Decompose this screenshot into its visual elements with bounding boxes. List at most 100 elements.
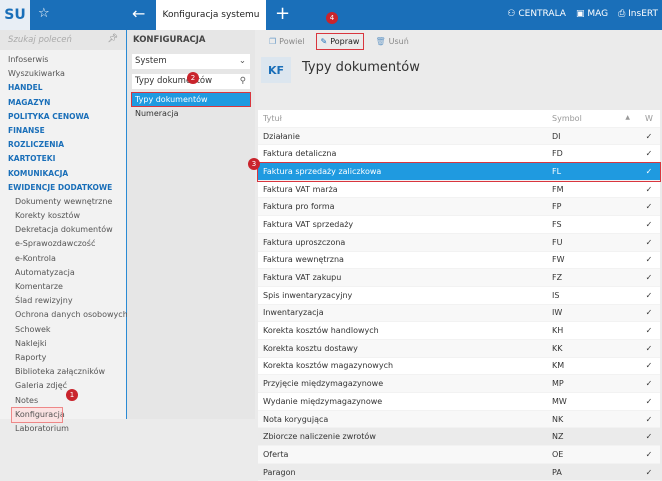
row-title: Faktura pro forma — [263, 202, 335, 212]
table-row[interactable]: Faktura detaliczna FD ✓ — [258, 145, 660, 164]
config-item-typy-dokumentow[interactable]: Typy dokumentów — [131, 92, 251, 107]
row-symbol: FL — [552, 166, 562, 176]
row-title: Faktura VAT sprzedaży — [263, 219, 354, 229]
sidebar-item[interactable]: ROZLICZENIA — [0, 138, 126, 152]
brush-icon: ✎ — [320, 36, 328, 46]
sidebar-item[interactable]: EWIDENCJE DODATKOWE — [0, 181, 126, 195]
table-header: Tytuł Symbol ▲ W — [258, 110, 660, 128]
config-heading: KONFIGURACJA — [133, 35, 206, 45]
row-title: Korekta kosztów handlowych — [263, 326, 379, 336]
check-icon: ✓ — [645, 343, 653, 353]
sidebar-item[interactable]: FINANSE — [0, 124, 126, 138]
table-row[interactable]: Przyjęcie międzymagazynowe MP ✓ — [258, 375, 660, 393]
app-logo[interactable]: SU — [0, 0, 30, 30]
table-row[interactable]: Wydanie międzymagazynowe MW ✓ — [258, 393, 660, 411]
command-search-input[interactable]: Szukaj poleceń 📌︎ — [0, 30, 126, 50]
table-row[interactable]: Spis inwentaryzacyjny IS ✓ — [258, 287, 660, 305]
row-symbol: DI — [552, 131, 561, 141]
duplicate-button[interactable]: ❐ Powiel — [265, 34, 309, 49]
search-icon: ⚲ — [239, 76, 246, 86]
module-badge: KF — [261, 57, 291, 83]
chevron-down-icon: ⌄ — [238, 56, 246, 66]
col-title[interactable]: Tytuł — [258, 114, 552, 123]
table-row[interactable]: Inwentaryzacja IW ✓ — [258, 304, 660, 323]
sidebar-item[interactable]: Infoserwis — [0, 53, 126, 67]
sidebar-item[interactable]: Raporty — [0, 351, 126, 365]
col-symbol[interactable]: Symbol ▲ — [552, 114, 638, 123]
sidebar-item[interactable]: Komentarze — [0, 280, 126, 294]
back-arrow-icon[interactable]: ← — [132, 4, 145, 23]
check-icon: ✓ — [645, 361, 653, 371]
col-w[interactable]: W — [638, 114, 660, 123]
sidebar-item[interactable]: Korekty kosztów — [0, 209, 126, 223]
sidebar-item[interactable]: Schowek — [0, 323, 126, 337]
table-row[interactable]: Nota korygująca NK ✓ — [258, 410, 660, 429]
check-icon: ✓ — [645, 131, 653, 141]
row-symbol: FD — [552, 149, 563, 159]
row-title: Oferta — [263, 449, 289, 459]
row-title: Spis inwentaryzacyjny — [263, 290, 353, 300]
sidebar-item[interactable]: e-Kontrola — [0, 252, 126, 266]
check-icon: ✓ — [645, 202, 653, 212]
table-row[interactable]: Zbiorcze naliczenie zwrotów NZ ✓ — [258, 428, 660, 447]
table-row[interactable]: Działanie DI ✓ — [258, 127, 660, 146]
step-badge-4: 4 — [326, 12, 338, 24]
sidebar-item[interactable]: Notes — [0, 394, 126, 408]
check-icon: ✓ — [645, 290, 653, 300]
sidebar-item[interactable]: KOMUNIKACJA — [0, 167, 126, 181]
delete-button[interactable]: 🗑︎ Usuń — [371, 34, 412, 49]
check-icon: ✓ — [645, 308, 653, 318]
sidebar-item[interactable]: MAGAZYN — [0, 96, 126, 110]
table-row[interactable]: Faktura VAT marża FM ✓ — [258, 181, 660, 199]
table-row[interactable]: Korekta kosztów handlowych KH ✓ — [258, 322, 660, 340]
sidebar-item[interactable]: e-Sprawozdawczość — [0, 237, 126, 251]
sidebar-item[interactable]: Naklejki — [0, 337, 126, 351]
table-row[interactable]: Paragon PA ✓ — [258, 464, 660, 481]
sidebar-item[interactable]: Biblioteka załączników — [0, 365, 126, 379]
sidebar-item[interactable]: Galeria zdjęć — [0, 379, 126, 393]
sidebar-item[interactable]: HANDEL — [0, 81, 126, 95]
config-item-numeracja[interactable]: Numeracja — [132, 107, 250, 120]
sidebar-item[interactable]: Konfiguracja — [11, 406, 65, 423]
favorites-star-icon[interactable]: ☆ — [38, 6, 50, 21]
row-title: Inwentaryzacja — [263, 308, 324, 318]
sidebar-item[interactable]: POLITYKA CENOWA — [0, 110, 126, 124]
table-row[interactable]: Korekta kosztu dostawy KK ✓ — [258, 339, 660, 358]
table-row[interactable]: Faktura VAT sprzedaży FS ✓ — [258, 216, 660, 234]
warehouse-button[interactable]: ▣ MAG — [576, 9, 608, 19]
tab-konfiguracja-systemu[interactable]: Konfiguracja systemu — [156, 0, 266, 30]
check-icon: ✓ — [645, 166, 653, 176]
row-title: Nota korygująca — [263, 414, 329, 424]
row-title: Korekta kosztów magazynowych — [263, 361, 394, 371]
table-row[interactable]: Faktura uproszczona FU ✓ — [258, 233, 660, 252]
sidebar-item[interactable]: Wyszukiwarka — [0, 67, 126, 81]
table-row[interactable]: Faktura wewnętrzna FW ✓ — [258, 252, 660, 270]
check-icon: ✓ — [645, 449, 653, 459]
sidebar-item[interactable]: KARTOTEKI — [0, 152, 126, 166]
table-row[interactable]: Korekta kosztów magazynowych KM ✓ — [258, 358, 660, 376]
sidebar-item[interactable]: Ochrona danych osobowych — [0, 308, 128, 322]
sidebar-item[interactable]: Dekretacja dokumentów — [0, 223, 126, 237]
table-row[interactable]: Faktura pro forma FP ✓ — [258, 198, 660, 217]
edit-button[interactable]: ✎ Popraw — [315, 32, 365, 50]
table-row[interactable]: Oferta OE ✓ — [258, 446, 660, 464]
branch-button[interactable]: ⚇ CENTRALA — [507, 9, 566, 19]
delete-label: Usuń — [388, 36, 409, 46]
pin-icon[interactable]: 📌︎ — [107, 34, 118, 44]
sidebar-item[interactable]: Ślad rewizyjny — [0, 294, 126, 308]
table-row[interactable]: Faktura sprzedaży zaliczkowa FL ✓ — [257, 162, 661, 182]
module-select[interactable]: System ⌄ — [132, 54, 250, 69]
new-tab-plus-icon[interactable]: + — [275, 3, 290, 24]
check-icon: ✓ — [645, 326, 653, 336]
sidebar-item[interactable]: Laboratorium — [0, 422, 126, 436]
row-title: Faktura sprzedaży zaliczkowa — [263, 166, 382, 176]
sidebar-item[interactable]: Dokumenty wewnętrzne — [0, 195, 126, 209]
row-symbol: FS — [552, 219, 562, 229]
sidebar-item[interactable]: Automatyzacja — [0, 266, 126, 280]
table-row[interactable]: Faktura VAT zakupu FZ ✓ — [258, 269, 660, 287]
check-icon: ✓ — [645, 379, 653, 389]
row-title: Działanie — [263, 131, 300, 141]
row-symbol: PA — [552, 467, 562, 477]
row-symbol: OE — [552, 449, 564, 459]
user-button[interactable]: ⎙ InsERT — [618, 9, 658, 19]
